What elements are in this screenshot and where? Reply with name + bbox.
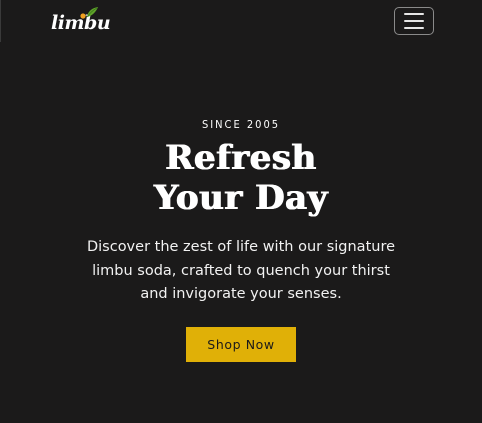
navbar: limbu bbox=[0, 0, 482, 42]
description-line-1: Discover the zest of life with our signa… bbox=[86, 239, 396, 255]
headline-line-2: Your Day bbox=[154, 178, 328, 218]
description-line-3: and invigorate your senses. bbox=[140, 286, 342, 302]
hamburger-icon bbox=[404, 13, 424, 15]
hamburger-icon bbox=[404, 27, 424, 29]
description-line-2: limbu soda, crafted to quench your thirs… bbox=[92, 262, 390, 279]
hero-headline: Refresh Your Day bbox=[0, 138, 482, 218]
eyebrow-text: SINCE 2005 bbox=[201, 118, 281, 131]
hamburger-icon bbox=[404, 20, 424, 22]
menu-toggle-button[interactable] bbox=[394, 7, 434, 35]
hero-description: Discover the zest of life with our signa… bbox=[86, 236, 396, 307]
headline-line-1: Refresh bbox=[165, 138, 317, 178]
leaf-icon bbox=[80, 7, 98, 19]
hero-section: SINCE 2005 Refresh Your Day Discover the… bbox=[0, 112, 482, 362]
brand-logo[interactable]: limbu bbox=[51, 7, 111, 33]
page: limbu SINCE 2005 Refresh Your Day Discov… bbox=[0, 0, 482, 423]
shop-now-button[interactable]: Shop Now bbox=[186, 326, 296, 362]
